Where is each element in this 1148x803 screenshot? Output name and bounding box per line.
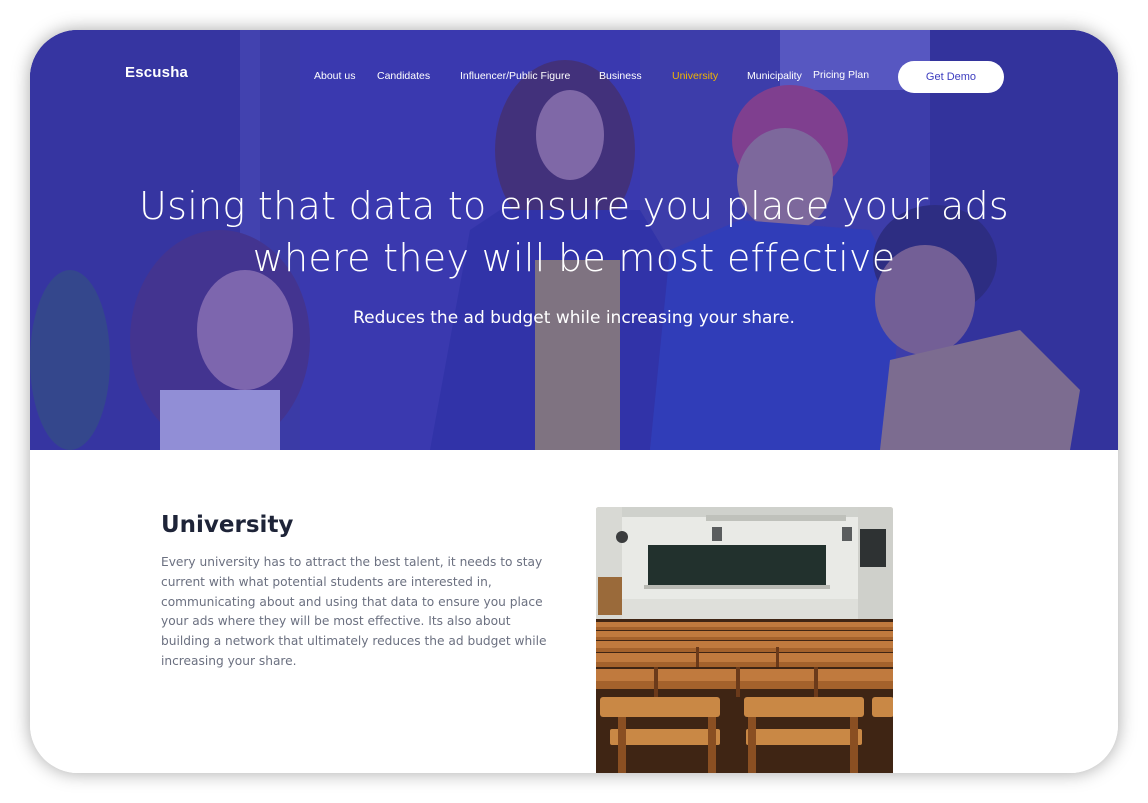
nav-item-influencer[interactable]: Influencer/Public Figure — [460, 70, 570, 82]
hero-subtitle: Reduces the ad budget while increasing y… — [353, 308, 795, 328]
brand-logo[interactable]: Escusha — [125, 64, 188, 81]
nav-item-candidates[interactable]: Candidates — [377, 70, 430, 82]
university-section: University Every university has to attra… — [30, 450, 1118, 773]
lecture-hall-photo-icon — [596, 507, 893, 773]
browser-frame: Escusha About us Candidates Influencer/P… — [30, 30, 1118, 773]
nav-item-municipality[interactable]: Municipality — [747, 70, 802, 82]
main-navbar: Escusha About us Candidates Influencer/P… — [30, 30, 1118, 120]
hero-section: Escusha About us Candidates Influencer/P… — [30, 30, 1118, 450]
hero-title: Using that data to ensure you place your… — [138, 184, 1010, 280]
nav-item-pricing-plan[interactable]: Pricing Plan — [813, 69, 869, 81]
section-description: Every university has to attract the best… — [161, 555, 547, 668]
section-title: University — [161, 512, 294, 538]
get-demo-button[interactable]: Get Demo — [898, 61, 1004, 93]
nav-item-university[interactable]: University — [672, 70, 718, 82]
nav-item-business[interactable]: Business — [599, 70, 642, 82]
nav-item-about-us[interactable]: About us — [314, 70, 355, 82]
